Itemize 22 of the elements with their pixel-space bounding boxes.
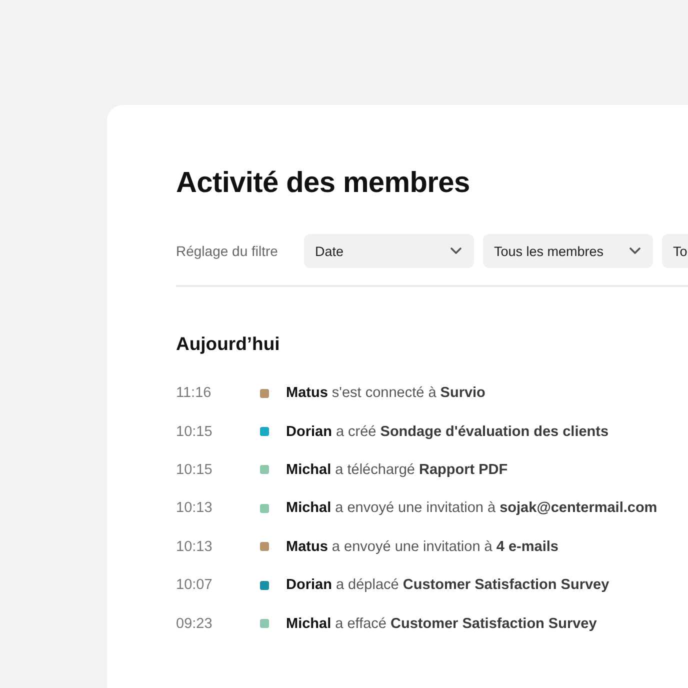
activity-text: Michal a envoyé une invitation à sojak@centermail.com	[286, 500, 658, 516]
activity-time: 10:07	[176, 577, 214, 594]
activity-time: 10:15	[176, 424, 214, 440]
page-title: Activité des membres	[176, 167, 471, 200]
activity-time: 10:13	[176, 538, 214, 555]
activity-text: Michal a effacé Customer Satisfaction Survey	[286, 616, 597, 632]
activity-time: 11:16	[176, 385, 212, 402]
activity-time: 09:23	[176, 616, 214, 632]
section-heading: Aujourd’hui	[176, 333, 281, 355]
filter-label: Réglage du filtre	[176, 243, 278, 259]
filter-dropdown[interactable]: To	[662, 234, 688, 268]
activity-text: Matus a envoyé une invitation à 4 e-mails	[286, 538, 558, 555]
filter-dropdown[interactable]: Tous les membres	[482, 234, 653, 268]
activity-text: Dorian a déplacé Customer Satisfaction Survey	[286, 577, 610, 594]
activity-time: 10:15	[176, 462, 214, 478]
activity-text: Matus s'est connecté à Survio	[286, 385, 486, 402]
activity-time: 10:13	[176, 500, 214, 516]
activity-text: Michal a téléchargé Rapport PDF	[286, 462, 508, 478]
chevron-down-icon	[450, 247, 462, 255]
activity-text: Dorian a créé Sondage d'évaluation des clients	[286, 424, 609, 440]
chevron-down-icon	[628, 247, 641, 255]
filter-dropdown[interactable]: Date	[304, 234, 474, 268]
